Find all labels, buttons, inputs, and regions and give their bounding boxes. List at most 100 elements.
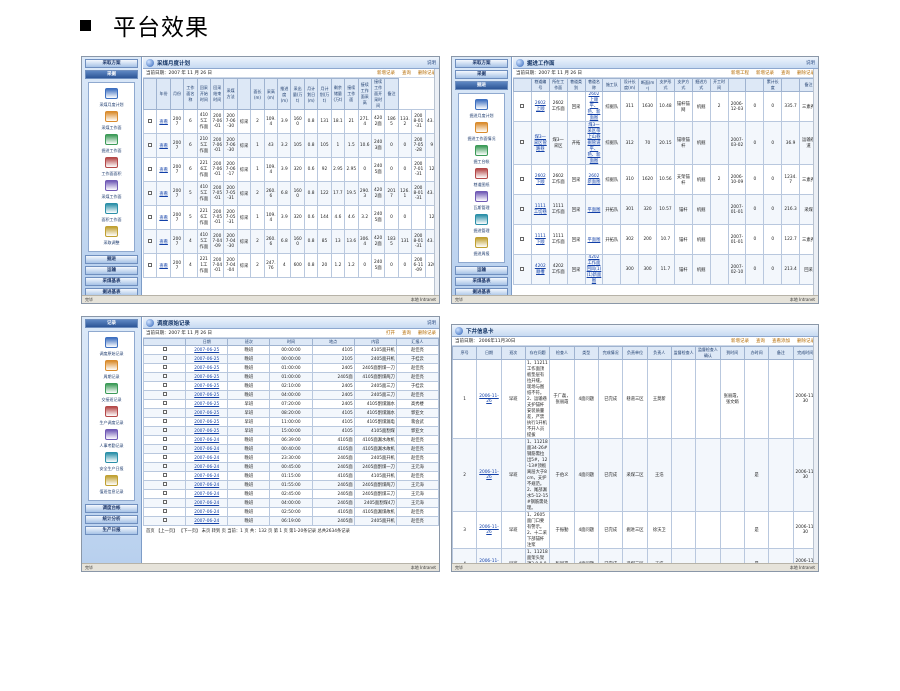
toolbar-action-button[interactable]: 删除记录 <box>418 331 436 336</box>
row-checkbox[interactable] <box>520 206 525 211</box>
table-row[interactable]: 2007-06-25 晚班 00:00:00 2105 2405面开机 于桂云 <box>142 354 439 364</box>
row-checkbox[interactable] <box>162 374 167 378</box>
toolbar-action-button[interactable]: 查询 <box>756 339 765 344</box>
sidebar-item[interactable]: 掘工台帐 <box>459 145 504 165</box>
toolbar-action-button[interactable]: 新增记录 <box>377 71 395 76</box>
row-checkbox[interactable] <box>520 266 525 271</box>
toolbar-action-button[interactable]: 新增记录 <box>756 71 774 76</box>
row-checkbox[interactable] <box>148 190 153 195</box>
pagination[interactable]: 首页 【上一页】 【下一页】 末页 转到 页 当前：1 页 共：132 页 第 … <box>143 526 439 536</box>
table-cell[interactable]: 查看 <box>156 133 171 158</box>
row-checkbox-cell[interactable] <box>142 345 187 355</box>
row-checkbox[interactable] <box>162 473 167 477</box>
help-link[interactable]: 说明 <box>427 60 436 66</box>
table-cell[interactable]: 煤3一采区管路巷 <box>530 121 550 165</box>
table-cell[interactable]: 1111工切巷 <box>530 194 550 225</box>
table-cell[interactable]: 2602上顺平、熟、新面图 <box>584 91 604 122</box>
row-checkbox[interactable] <box>162 383 167 387</box>
table-row[interactable]: 煤3一采区管路巷 煤3一采区 开拓 煤3一采区带上山巷掘管道平、熟、新面图 综掘队 312… <box>513 121 818 165</box>
table-cell[interactable]: 4202工作面回风(1)(1)新面图 <box>584 254 604 285</box>
sidebar-item[interactable]: 采煤工作面 <box>89 180 134 200</box>
row-checkbox-cell[interactable] <box>142 471 187 481</box>
table-cell[interactable]: 2007-06-24 <box>185 507 229 517</box>
table-row[interactable]: 2007-06-25 晚班 00:00:00 4105 4105面开机 赵佳亮 <box>142 345 439 355</box>
table-cell[interactable]: 2007-06-24 <box>185 444 229 454</box>
table-cell[interactable]: 查看 <box>156 229 171 254</box>
row-checkbox-cell[interactable] <box>142 417 187 427</box>
row-checkbox-cell[interactable] <box>142 507 187 517</box>
row-checkbox[interactable] <box>162 437 167 441</box>
row-checkbox-cell[interactable] <box>142 363 187 373</box>
table-row[interactable]: 2007-06-24 晚班 02:45:00 2405面 2405面割煤三刀 王元海 <box>142 489 439 499</box>
table-row[interactable]: 查看 2007 4 2211工作面 2007-04-01 2007-04-04 综采 2 247… <box>142 253 439 278</box>
row-checkbox-cell[interactable] <box>142 109 158 134</box>
table-cell[interactable]: 2007-06-24 <box>185 453 229 463</box>
row-checkbox[interactable] <box>162 347 167 351</box>
table-row[interactable]: 2007-06-25 晚班 02:10:00 2405 2405面三刀 于桂云 <box>142 381 439 391</box>
table-row[interactable]: 2 2006-11-26 早班 1、11218面34-26#钢筋需拉出5#，12-13… <box>452 438 818 512</box>
table-cell[interactable]: 查看 <box>156 205 171 230</box>
table-row[interactable]: 2007-06-24 晚班 02:50:00 4105面 4105面漏煤故机 赵佳亮 <box>142 507 439 517</box>
help-link[interactable]: 说明 <box>806 60 815 66</box>
table-cell[interactable]: 2007-06-24 <box>185 516 229 526</box>
table-cell[interactable]: 2006-11-26 <box>476 438 502 512</box>
sidebar-category[interactable]: 记录 <box>85 319 138 328</box>
table-row[interactable]: 2007-06-25 晚班 01:00:00 2405 2405面割煤一刀 赵佳亮 <box>142 363 439 373</box>
row-checkbox-cell[interactable] <box>142 408 187 418</box>
table-cell[interactable]: 2602下顺 <box>530 164 550 195</box>
scrollbar[interactable] <box>813 69 818 295</box>
row-checkbox[interactable] <box>162 365 167 369</box>
sidebar-item[interactable]: 调度原始记录 <box>89 337 134 357</box>
sidebar-item[interactable]: 采煤工作面 <box>89 111 134 131</box>
sidebar-item[interactable]: 交接班记录 <box>89 383 134 403</box>
sidebar-category[interactable]: 采掘 <box>455 70 508 79</box>
row-checkbox[interactable] <box>520 176 525 181</box>
sidebar-category[interactable]: 统计分析 <box>85 515 138 524</box>
row-checkbox[interactable] <box>162 428 167 432</box>
table-row[interactable]: 2007-06-24 晚班 06:39:00 4105面 4105面漏水故机 赵佳亮 <box>142 435 439 445</box>
table-cell[interactable]: 2006-11-26 <box>476 359 502 439</box>
sidebar-item[interactable]: 掘进管理 <box>459 214 504 234</box>
row-checkbox[interactable] <box>162 356 167 360</box>
table-cell[interactable]: 4202顺槽 <box>530 254 550 285</box>
row-checkbox-cell[interactable] <box>513 164 532 195</box>
sidebar-category[interactable]: 采取方案 <box>85 59 138 68</box>
table-row[interactable]: 2007-06-25 早班 07:20:00 2405 4105割煤漏水 高秀楼 <box>142 399 439 409</box>
table-row[interactable]: 4202顺槽 4202工作面 回采 4202工作面回风(1)(1)新面图 300 300 1… <box>513 254 818 285</box>
sidebar-item[interactable]: 采取调整 <box>89 226 134 246</box>
row-checkbox-cell[interactable] <box>142 354 187 364</box>
table-cell[interactable]: 查看 <box>156 253 171 278</box>
table-cell[interactable]: 2007-06-24 <box>185 462 229 472</box>
row-checkbox[interactable] <box>148 118 153 123</box>
row-checkbox-cell[interactable] <box>142 453 187 463</box>
table-cell[interactable]: 2006-11-26 <box>476 511 502 549</box>
sidebar-category[interactable]: 采取方案 <box>455 59 508 68</box>
table-row[interactable]: 查看 2007 6 2216工作面 2007-06-01 2007-06-17 综采 1 109… <box>142 157 439 182</box>
table-row[interactable]: 查看 2007 5 4105工作面 2007-05-01 2007-05-31 综采 2 260… <box>142 181 439 206</box>
sidebar-item[interactable]: 掘进周报 <box>459 237 504 257</box>
sidebar-item[interactable]: 工作面面积 <box>89 157 134 177</box>
row-checkbox-cell[interactable] <box>513 224 532 255</box>
toolbar-action-button[interactable]: 新增记录 <box>731 339 749 344</box>
row-checkbox[interactable] <box>162 482 167 486</box>
sidebar-item[interactable]: 人事考勤记录 <box>89 429 134 449</box>
row-checkbox-cell[interactable] <box>513 91 532 122</box>
table-cell[interactable]: 2007-06-24 <box>185 498 229 508</box>
row-checkbox-cell[interactable] <box>142 253 158 278</box>
table-row[interactable]: 查看 2007 6 2105工作面 2007-06-01 2007-06-30 综采 1 43 3… <box>142 133 439 158</box>
row-checkbox-cell[interactable] <box>142 181 158 206</box>
table-cell[interactable]: 查看 <box>156 181 171 206</box>
table-cell[interactable]: 2007-06-24 <box>185 489 229 499</box>
table-cell[interactable]: 2007-06-25 <box>185 390 229 400</box>
table-cell[interactable]: 2007-06-25 <box>185 354 229 364</box>
table-cell[interactable]: 2007-06-25 <box>185 345 229 355</box>
table-row[interactable]: 2007-06-25 晚班 01:00:00 2405面 4105面割煤两刀 赵佳亮 <box>142 372 439 382</box>
help-link[interactable]: 说明 <box>427 320 436 326</box>
sidebar-item[interactable]: 面积工作面 <box>89 203 134 223</box>
row-checkbox[interactable] <box>162 464 167 468</box>
row-checkbox-cell[interactable] <box>142 435 187 445</box>
toolbar-action-button[interactable]: 查看添加 <box>772 339 790 344</box>
table-row[interactable]: 2602下顺 2602工作面 回采 2602新面图 综掘队 310 1620 10.56 支架锚… <box>513 164 818 195</box>
table-cell[interactable]: 2007-06-24 <box>185 435 229 445</box>
row-checkbox-cell[interactable] <box>513 254 532 285</box>
